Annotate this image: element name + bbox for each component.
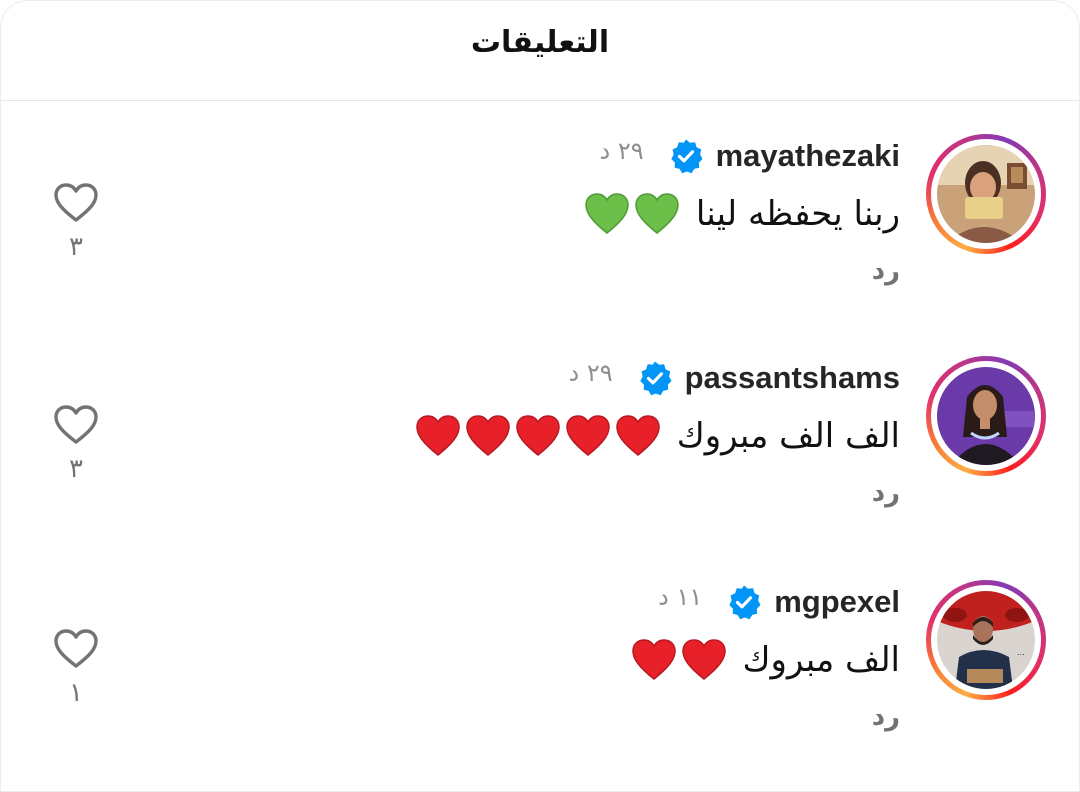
comment-item: ... mgpexel ١١ د الف مبروك رد ١ xyxy=(0,546,1080,746)
comment-time: ٢٩ د xyxy=(599,137,644,165)
verified-badge-icon xyxy=(726,584,762,620)
heart-outline-icon[interactable] xyxy=(53,182,99,224)
like-count: ٣ xyxy=(69,454,83,484)
like-control: ١ xyxy=(52,628,100,708)
green-heart-icon xyxy=(585,193,629,234)
svg-text:...: ... xyxy=(1017,648,1025,657)
avatar xyxy=(937,145,1035,243)
avatar: ... xyxy=(937,591,1035,689)
comment-text: الف مبروك xyxy=(631,638,900,682)
username[interactable]: mgpexel xyxy=(774,584,900,620)
reply-button[interactable]: رد xyxy=(872,478,900,508)
like-count: ١ xyxy=(69,678,83,708)
comment-header: passantshams ٢٩ د xyxy=(568,359,900,396)
avatar-story-ring[interactable]: ... xyxy=(926,580,1046,700)
avatar-story-ring[interactable] xyxy=(926,356,1046,476)
comment-text: ربنا يحفظه لينا xyxy=(584,192,900,236)
comment-header: mayathezaki ٢٩ د xyxy=(599,137,900,174)
emoji-group xyxy=(415,414,661,458)
comment-time: ٢٩ د xyxy=(568,359,613,387)
reply-button[interactable]: رد xyxy=(872,702,900,732)
emoji-group xyxy=(584,192,680,236)
red-heart-icon xyxy=(565,415,610,456)
verified-badge-icon xyxy=(668,138,704,174)
username[interactable]: passantshams xyxy=(685,360,900,396)
comment-header: mgpexel ١١ د xyxy=(658,583,900,620)
red-heart-icon xyxy=(515,415,560,456)
comments-sheet: التعليقات mayathezaki ٢٩ د ربنا يحفظه لي… xyxy=(0,0,1080,792)
like-count: ٣ xyxy=(69,232,83,262)
red-heart-icon xyxy=(615,415,660,456)
page-title: التعليقات xyxy=(470,24,610,60)
red-heart-icon xyxy=(631,639,676,680)
green-heart-icon xyxy=(635,193,679,234)
avatar xyxy=(937,367,1035,465)
comment-body: الف مبروك xyxy=(742,640,900,680)
username[interactable]: mayathezaki xyxy=(716,138,900,174)
comment-text: الف الف مبروك xyxy=(415,414,900,458)
like-control: ٣ xyxy=(52,404,100,484)
comment-item: passantshams ٢٩ د الف الف مبروك رد ٣ xyxy=(0,322,1080,522)
reply-button[interactable]: رد xyxy=(872,256,900,286)
comment-time: ١١ د xyxy=(658,583,703,611)
comment-body: الف الف مبروك xyxy=(676,416,900,456)
heart-outline-icon[interactable] xyxy=(53,404,99,446)
red-heart-icon xyxy=(681,639,726,680)
avatar-story-ring[interactable] xyxy=(926,134,1046,254)
heart-outline-icon[interactable] xyxy=(53,628,99,670)
like-control: ٣ xyxy=(52,182,100,262)
red-heart-icon xyxy=(415,415,460,456)
emoji-group xyxy=(631,638,727,682)
red-heart-icon xyxy=(465,415,510,456)
verified-badge-icon xyxy=(637,360,673,396)
comment-body: ربنا يحفظه لينا xyxy=(695,194,900,234)
comments-header: التعليقات xyxy=(0,0,1080,101)
comment-item: mayathezaki ٢٩ د ربنا يحفظه لينا رد ٣ xyxy=(0,100,1080,300)
